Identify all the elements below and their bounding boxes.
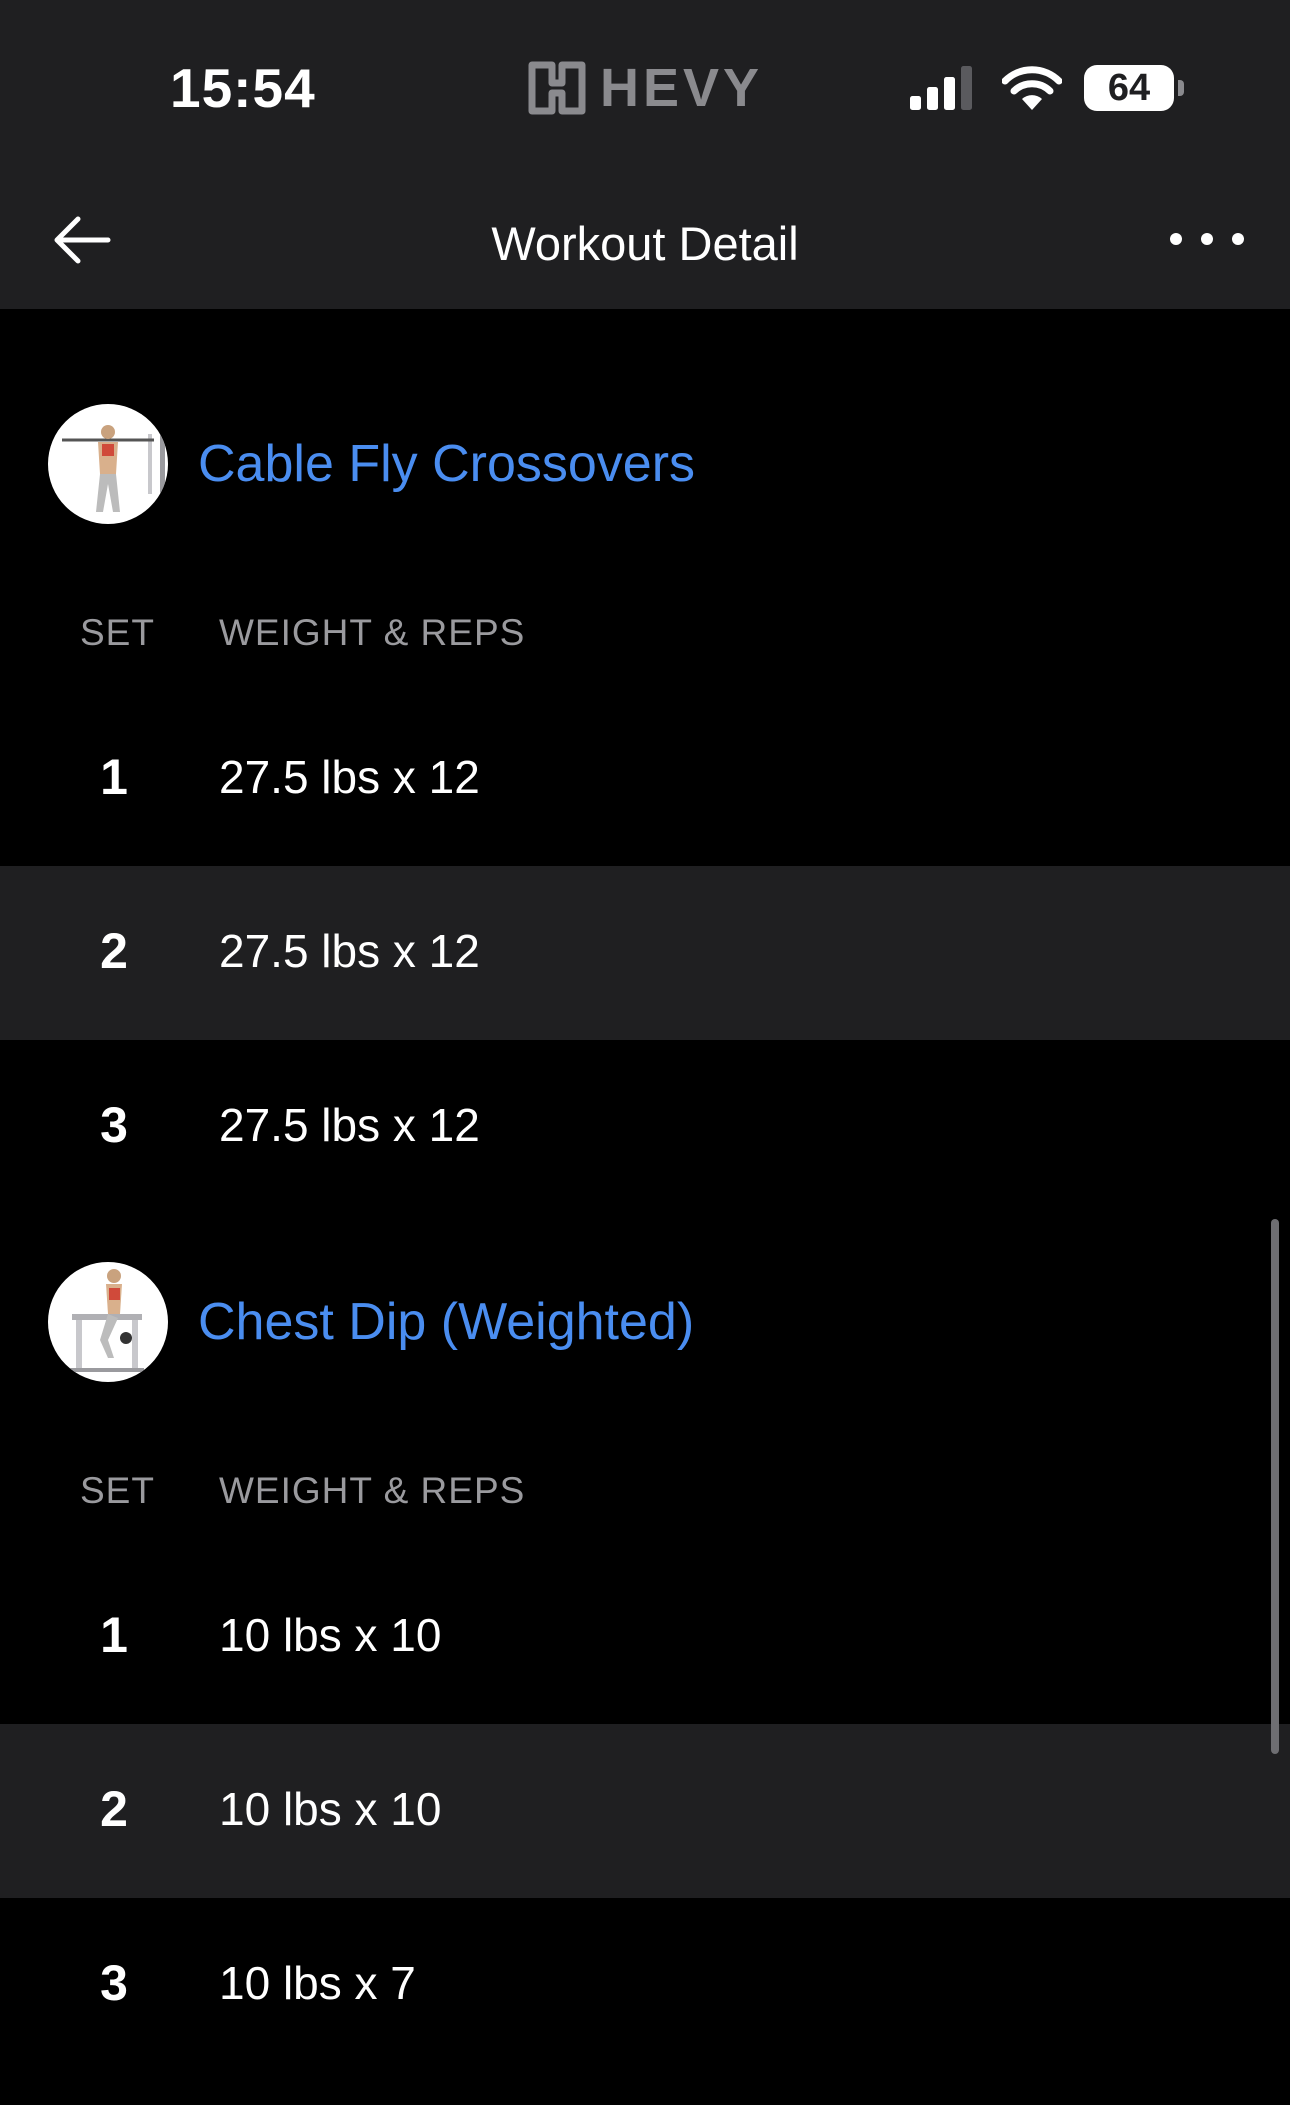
- set-column-header: SET: [80, 612, 155, 653]
- exercise-thumbnail[interactable]: [48, 1262, 168, 1382]
- set-row: 3 27.5 lbs x 12: [0, 1040, 1290, 1214]
- exercise-thumbnail[interactable]: [48, 404, 168, 524]
- set-row: 1 27.5 lbs x 12: [0, 692, 1290, 866]
- workout-detail-content[interactable]: Cable Fly Crossovers SET WEIGHT & REPS 1…: [0, 309, 1290, 2105]
- more-dot: [1170, 233, 1182, 245]
- exercise-header[interactable]: Cable Fly Crossovers: [0, 404, 1290, 528]
- battery-cap: [1178, 80, 1184, 96]
- exercise-name[interactable]: Chest Dip (Weighted): [198, 1292, 694, 1352]
- set-column-headers: SET WEIGHT & REPS: [0, 1462, 1290, 1522]
- weight-reps-column-header: WEIGHT & REPS: [219, 612, 526, 653]
- set-weight-reps: 10 lbs x 10: [219, 1609, 442, 1661]
- more-options-button[interactable]: [1170, 214, 1244, 264]
- navigation-bar: Workout Detail: [0, 170, 1290, 309]
- exercise-card: Cable Fly Crossovers SET WEIGHT & REPS 1…: [0, 404, 1290, 1174]
- set-weight-reps: 10 lbs x 10: [219, 1783, 442, 1835]
- set-weight-reps: 10 lbs x 7: [219, 1957, 416, 2009]
- set-weight-reps: 27.5 lbs x 12: [219, 925, 480, 977]
- status-bar: 15:54 HEVY 64: [0, 0, 1290, 170]
- set-number: 1: [100, 749, 128, 805]
- exercise-header[interactable]: Chest Dip (Weighted): [0, 1262, 1290, 1386]
- wifi-icon: [1002, 66, 1062, 110]
- set-number: 2: [100, 923, 128, 979]
- battery-icon: 64: [1084, 65, 1184, 111]
- set-column-header: SET: [80, 1470, 155, 1511]
- set-number: 3: [100, 1955, 128, 2011]
- exercise-illustration-icon: [62, 414, 165, 514]
- battery-level: 64: [1107, 67, 1151, 109]
- weight-reps-column-header: WEIGHT & REPS: [219, 1470, 526, 1511]
- scrollbar[interactable]: [1271, 1219, 1279, 1754]
- set-row: 3 10 lbs x 7: [0, 1898, 1290, 2072]
- status-icons: 64: [910, 60, 1184, 116]
- set-weight-reps: 27.5 lbs x 12: [219, 1099, 480, 1151]
- set-number: 2: [100, 1781, 128, 1837]
- exercise-card: Chest Dip (Weighted) SET WEIGHT & REPS 1…: [0, 1262, 1290, 2102]
- exercise-name[interactable]: Cable Fly Crossovers: [198, 434, 695, 494]
- set-number: 1: [100, 1607, 128, 1663]
- set-number: 3: [100, 1097, 128, 1153]
- set-column-headers: SET WEIGHT & REPS: [0, 604, 1290, 664]
- set-row: 2 10 lbs x 10: [0, 1724, 1290, 1898]
- hevy-logo: HEVY: [526, 58, 764, 118]
- more-dot: [1201, 233, 1213, 245]
- set-weight-reps: 27.5 lbs x 12: [219, 751, 480, 803]
- hevy-logo-icon: [528, 61, 586, 115]
- more-dot: [1232, 233, 1244, 245]
- set-row: 2 27.5 lbs x 12: [0, 866, 1290, 1040]
- top-bar: 15:54 HEVY 64 Workout Detail: [0, 0, 1290, 309]
- hevy-logo-text: HEVY: [600, 58, 764, 118]
- status-time: 15:54: [170, 57, 316, 119]
- exercise-illustration-icon: [70, 1269, 144, 1372]
- set-row: 1 10 lbs x 10: [0, 1550, 1290, 1724]
- page-title: Workout Detail: [491, 217, 799, 270]
- signal-icon: [910, 66, 972, 110]
